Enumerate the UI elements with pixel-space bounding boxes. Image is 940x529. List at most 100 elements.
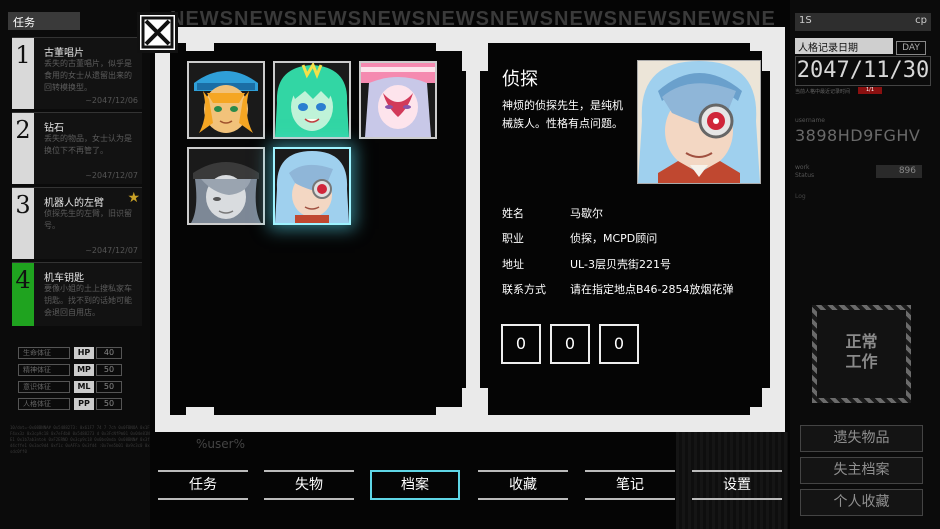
counter-2: 0 <box>550 324 590 364</box>
username-label: username <box>795 117 825 124</box>
tab-notes[interactable]: 笔记 <box>585 470 675 500</box>
task-number: 2 <box>12 113 34 184</box>
tab-files[interactable]: 档案 <box>370 470 460 500</box>
tab-settings[interactable]: 设置 <box>692 470 782 500</box>
top-bar-left: 1S <box>799 15 812 26</box>
tab-lost-items[interactable]: 失物 <box>264 470 354 500</box>
task-date: ~2047/12/07 <box>85 171 138 180</box>
frame-notch <box>762 43 770 71</box>
character-2-portrait <box>275 63 349 137</box>
task-list-header: 任务 <box>8 12 80 30</box>
stat-row-hp: 生命体征 HP 40 <box>18 345 130 361</box>
stat-label: 精神体征 <box>18 364 70 376</box>
counter-1: 0 <box>501 324 541 364</box>
character-4-portrait <box>189 149 263 223</box>
task-item-2[interactable]: 2 钻石 丢失的物品，女士认为是换位下不再管了。 ~2047/12/07 <box>12 112 142 184</box>
star-icon: ★ <box>127 190 140 206</box>
record-date-label: 人格记录日期 <box>795 38 893 54</box>
tab-label: 设置 <box>723 477 751 493</box>
frame-notch <box>462 43 480 71</box>
stat-row-pp: 人格体征 PP 50 <box>18 396 130 412</box>
task-description: 丢失的物品，女士认为是换位下不再管了。 <box>44 134 132 155</box>
frame-notch <box>480 388 488 416</box>
user-placeholder-text: %user% <box>196 437 245 451</box>
stat-row-ml: 意识体征 ML 50 <box>18 379 130 395</box>
personal-collection-button[interactable]: 个人收藏 <box>800 489 923 516</box>
task-number: 4 <box>12 263 34 326</box>
top-bar-right: cp <box>915 15 927 26</box>
stat-value: 50 <box>96 398 122 410</box>
red-tag: 1/1 <box>858 87 882 94</box>
frame-notch <box>462 388 480 416</box>
task-description: 侦探先生的左臂，旧识留号。 <box>44 209 132 230</box>
close-icon <box>141 16 174 49</box>
frame-notch <box>480 43 488 71</box>
tab-label: 笔记 <box>616 477 644 493</box>
lost-items-button[interactable]: 遗失物品 <box>800 425 923 452</box>
right-top-bar: 1S cp <box>795 13 931 31</box>
info-value: UL-3层贝壳街221号 <box>570 258 671 271</box>
task-item-3[interactable]: 3 ★ 机器人的左臂 侦探先生的左臂，旧识留号。 ~2047/12/07 <box>12 187 142 259</box>
character-name: 侦探 <box>502 69 538 90</box>
detective-portrait-image <box>638 61 760 183</box>
character-1-portrait <box>189 63 263 137</box>
owner-files-button[interactable]: 失主档案 <box>800 457 923 484</box>
task-number: 1 <box>12 38 34 109</box>
frame-notch <box>750 407 770 415</box>
character-1-avatar[interactable] <box>187 61 265 139</box>
main-tab-bar: 任务 失物 档案 收藏 笔记 设置 <box>158 470 783 502</box>
info-value: 马歇尔 <box>570 207 603 220</box>
count-value: 896 <box>876 165 922 178</box>
stat-label: 生命体征 <box>18 347 70 359</box>
task-description: 要像小姐的土上搜私家车钥匙。找不到的话她可能会退回自用店。 <box>44 284 132 317</box>
vital-stats: 生命体征 HP 40 精神体征 MP 50 意识体征 ML 50 人格体征 PP… <box>18 345 130 413</box>
tab-label: 任务 <box>189 477 217 493</box>
stat-value: 50 <box>96 364 122 376</box>
frame-notch <box>186 43 214 51</box>
counter-3: 0 <box>599 324 639 364</box>
task-item-1[interactable]: 1 古董唱片 丢失的古董唱片，似乎是食用的女士从遗留出来的回转模换型。 ~204… <box>12 37 142 109</box>
stat-value: 50 <box>96 381 122 393</box>
record-date: 2047/11/30 <box>795 56 931 86</box>
task-title: 机车钥匙 <box>44 273 84 284</box>
character-3-avatar[interactable] <box>359 61 437 139</box>
character-3-portrait <box>361 63 435 137</box>
stat-row-mp: 精神体征 MP 50 <box>18 362 130 378</box>
task-title: 钻石 <box>44 123 64 134</box>
task-title: 机器人的左臂 <box>44 198 104 209</box>
log-label: Log <box>795 193 806 200</box>
tab-label: 失物 <box>295 477 323 493</box>
info-key: 联系方式 <box>502 283 546 296</box>
close-button[interactable] <box>137 12 178 53</box>
info-key: 职业 <box>502 232 524 245</box>
info-value: 请在指定地点B46-2854放烟花弹 <box>570 283 734 296</box>
stat-value: 40 <box>96 347 122 359</box>
frame-notch <box>436 407 464 415</box>
stat-label: 人格体征 <box>18 398 70 410</box>
character-2-avatar[interactable] <box>273 61 351 139</box>
status-text: 正常 工作 <box>817 310 906 398</box>
stat-key: MP <box>74 364 94 376</box>
tab-label: 档案 <box>401 477 429 493</box>
info-value: 侦探，MCPD顾问 <box>570 232 658 245</box>
tab-tasks[interactable]: 任务 <box>158 470 248 500</box>
date-note: 当前人格中最近记录时间 <box>795 89 851 95</box>
stat-key: ML <box>74 381 94 393</box>
task-date: ~2047/12/07 <box>85 246 138 255</box>
task-item-4[interactable]: 4 机车钥匙 要像小姐的土上搜私家车钥匙。找不到的话她可能会退回自用店。 <box>12 262 142 326</box>
character-5-avatar[interactable] <box>273 147 351 225</box>
task-date: ~2047/12/06 <box>85 96 138 105</box>
character-5-portrait <box>275 149 349 223</box>
frame-notch <box>186 407 214 415</box>
debug-noise-text: 10/dot=-0x08BNNA# 0x5488273: 0x61F7 74 7… <box>10 425 150 454</box>
character-description: 神烦的侦探先生，是纯机械族人。性格有点问题。 <box>502 99 623 130</box>
task-title: 古董唱片 <box>44 48 84 59</box>
character-portrait <box>637 60 761 184</box>
tab-collection[interactable]: 收藏 <box>478 470 568 500</box>
stat-key: HP <box>74 347 94 359</box>
stat-key: PP <box>74 398 94 410</box>
tab-label: 收藏 <box>509 477 537 493</box>
character-4-avatar[interactable] <box>187 147 265 225</box>
stat-label: 意识体征 <box>18 381 70 393</box>
count-label: work Status <box>795 164 815 179</box>
